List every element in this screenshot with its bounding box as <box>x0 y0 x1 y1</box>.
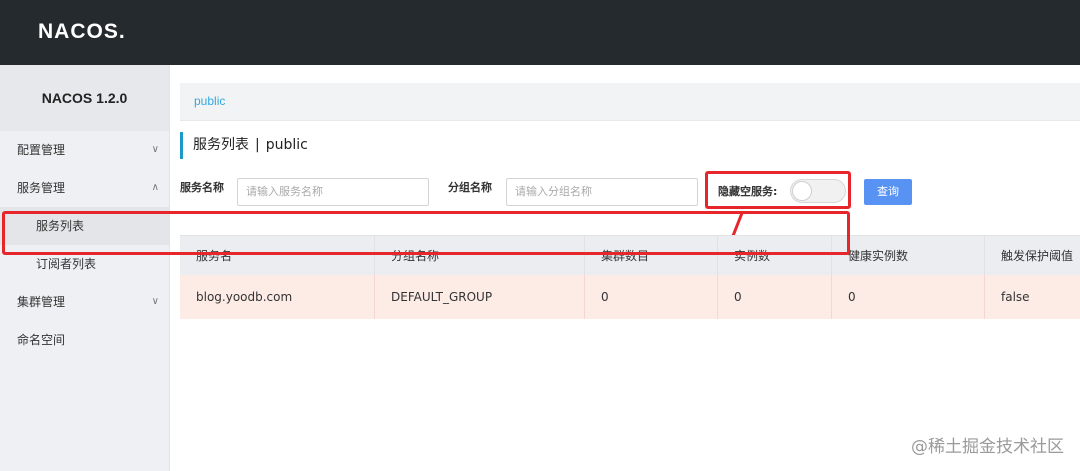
sidebar: NACOS 1.2.0 配置管理 ∨ 服务管理 ∧ 服务列表 订阅者列表 集群管… <box>0 65 170 471</box>
namespace-link-public[interactable]: public <box>194 94 225 108</box>
column-header-instance-count[interactable]: 实例数 <box>718 236 832 275</box>
cell-group-name: DEFAULT_GROUP <box>375 275 585 319</box>
watermark: @稀土掘金技术社区 <box>911 437 1064 457</box>
service-name-placeholder: 请输入服务名称 <box>246 185 323 198</box>
nacos-logo[interactable]: NACOS. <box>38 20 126 44</box>
version-label: NACOS 1.2.0 <box>0 65 169 131</box>
sidebar-item-label: 服务管理 <box>17 181 66 195</box>
cell-instance-count: 0 <box>718 275 832 319</box>
column-header-healthy-instance-count[interactable]: 健康实例数 <box>832 236 985 275</box>
chevron-down-icon: ∨ <box>151 296 159 307</box>
hide-empty-services-highlight: 隐藏空服务: <box>705 171 851 209</box>
column-header-group-name[interactable]: 分组名称 <box>375 236 585 275</box>
cell-cluster-count: 0 <box>585 275 718 319</box>
sidebar-item-service-management[interactable]: 服务管理 ∧ <box>0 169 169 207</box>
group-name-input[interactable]: 请输入分组名称 <box>506 178 698 206</box>
chevron-up-icon: ∧ <box>151 182 159 193</box>
table-header-row: 服务名 分组名称 集群数目 实例数 健康实例数 触发保护阈值 <box>180 235 1080 275</box>
sidebar-item-label: 集群管理 <box>17 295 66 309</box>
namespace-bar: public <box>180 83 1080 121</box>
sidebar-item-label: 订阅者列表 <box>36 257 97 271</box>
group-name-placeholder: 请输入分组名称 <box>515 185 592 198</box>
main-content: public 服务列表 | public 服务名称 请输入服务名称 分组名称 请输入… <box>180 65 1080 471</box>
cell-protect-threshold: false <box>1001 290 1030 304</box>
top-bar: NACOS. <box>0 0 1080 65</box>
page-title: 服务列表 | public <box>180 132 308 159</box>
table-row[interactable]: blog.yoodb.com DEFAULT_GROUP 0 0 0 false <box>180 275 1080 319</box>
group-name-label: 分组名称 <box>448 181 492 194</box>
service-table: 服务名 分组名称 集群数目 实例数 健康实例数 触发保护阈值 blog.yood… <box>180 235 1080 319</box>
hide-empty-services-toggle[interactable] <box>790 179 846 203</box>
column-header-cluster-count[interactable]: 集群数目 <box>585 236 718 275</box>
sidebar-item-namespace[interactable]: 命名空间 <box>0 321 169 359</box>
service-name-label: 服务名称 <box>180 181 224 194</box>
service-name-input[interactable]: 请输入服务名称 <box>237 178 429 206</box>
chevron-down-icon: ∨ <box>151 144 159 155</box>
sidebar-item-label: 命名空间 <box>17 333 66 347</box>
page-title-text: 服务列表 <box>193 137 249 153</box>
hide-empty-services-label: 隐藏空服务: <box>718 185 778 198</box>
sidebar-item-cluster-management[interactable]: 集群管理 ∨ <box>0 283 169 321</box>
page-title-namespace: public <box>265 137 308 153</box>
sidebar-item-subscriber-list[interactable]: 订阅者列表 <box>0 245 169 283</box>
sidebar-item-label: 服务列表 <box>36 219 85 233</box>
cell-service-name: blog.yoodb.com <box>180 275 375 319</box>
column-header-service-name[interactable]: 服务名 <box>180 236 375 275</box>
cell-healthy-instance-count: 0 <box>832 275 985 319</box>
sidebar-item-service-list[interactable]: 服务列表 <box>0 207 169 245</box>
title-separator: | <box>255 137 260 153</box>
toggle-knob <box>792 181 812 201</box>
query-button[interactable]: 查询 <box>864 179 912 205</box>
sidebar-item-config-management[interactable]: 配置管理 ∨ <box>0 131 169 169</box>
sidebar-item-label: 配置管理 <box>17 143 66 157</box>
column-header-protect-threshold[interactable]: 触发保护阈值 <box>985 236 1080 275</box>
